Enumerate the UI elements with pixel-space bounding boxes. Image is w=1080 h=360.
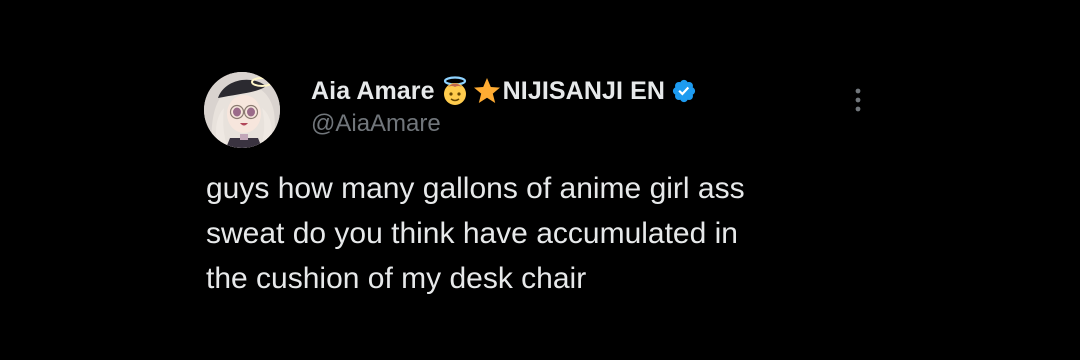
display-name[interactable]: Aia Amare (311, 77, 435, 106)
star-emoji-icon (472, 76, 502, 106)
more-options-icon[interactable] (846, 84, 870, 116)
display-name-row[interactable]: Aia Amare NIJISANJI EN (311, 74, 697, 108)
avatar-illustration (204, 72, 280, 148)
user-handle[interactable]: @AiaAmare (311, 110, 441, 138)
angel-emoji-icon (440, 76, 470, 106)
verified-badge-icon[interactable] (671, 78, 697, 104)
tweet-text: guys how many gallons of anime girl ass … (206, 172, 745, 295)
avatar[interactable] (204, 72, 280, 148)
tweet-card: Aia Amare NIJISANJI EN @AiaAmare guys ho… (0, 0, 1080, 360)
affiliation-label[interactable]: NIJISANJI EN (503, 77, 665, 106)
